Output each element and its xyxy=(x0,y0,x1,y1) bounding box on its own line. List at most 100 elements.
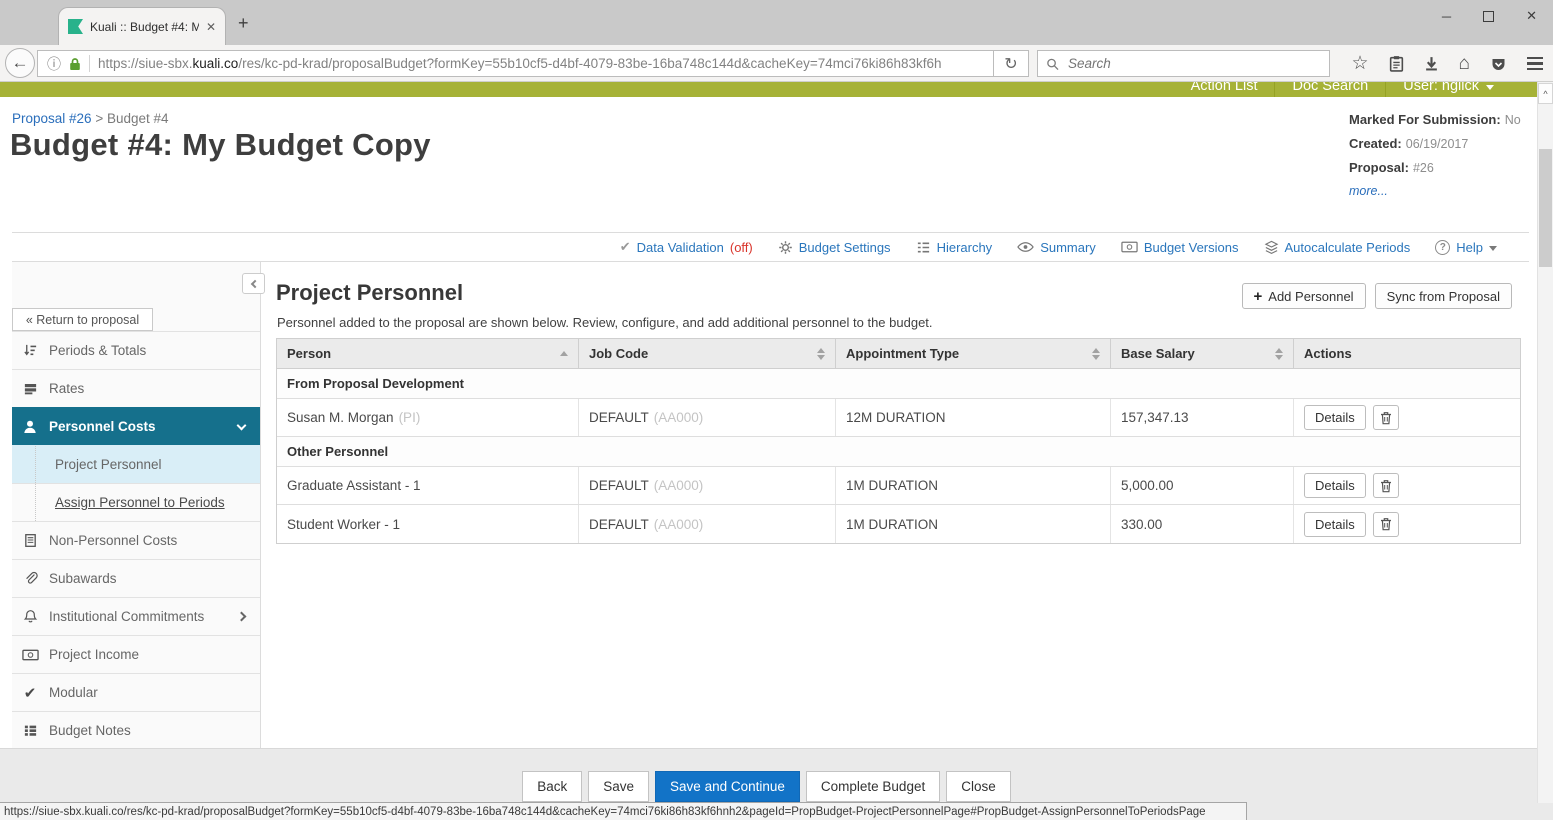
navbar-icons: ☆ ⌂ xyxy=(1351,45,1543,82)
sidebar-collapse-button[interactable] xyxy=(242,273,265,294)
breadcrumb-proposal-link[interactable]: Proposal #26 xyxy=(12,111,92,126)
sort-amount-icon xyxy=(21,343,39,358)
complete-budget-button[interactable]: Complete Budget xyxy=(806,771,940,802)
toolbar-item-data-validation[interactable]: ✔ Data Validation (off) xyxy=(620,239,753,255)
sidebar-item-modular[interactable]: ✔ Modular xyxy=(12,673,260,711)
more-link[interactable]: more... xyxy=(1349,180,1545,203)
url-text[interactable]: https://siue-sbx.kuali.co/res/kc-pd-krad… xyxy=(98,56,942,71)
save-button[interactable]: Save xyxy=(588,771,649,802)
meta-proposal: Proposal:#26 xyxy=(1349,156,1545,180)
bell-icon xyxy=(21,609,39,624)
back-button[interactable]: ← xyxy=(5,48,35,78)
search-bar[interactable] xyxy=(1037,50,1330,77)
document-icon xyxy=(21,533,39,548)
minimize-button[interactable]: ─ xyxy=(1442,9,1451,24)
breadcrumb-separator: > xyxy=(95,111,103,126)
column-header-actions: Actions xyxy=(1294,339,1520,368)
budget-toolbar: ✔ Data Validation (off) Budget Settings … xyxy=(12,232,1529,262)
toolbar-item-budget-settings[interactable]: Budget Settings xyxy=(778,240,891,255)
paperclip-icon xyxy=(21,571,39,586)
table-row: Student Worker - 1 DEFAULT(AA000) 1M DUR… xyxy=(277,505,1520,543)
sort-icon xyxy=(817,348,825,360)
sort-icon xyxy=(1092,348,1100,360)
add-personnel-button[interactable]: + Add Personnel xyxy=(1242,283,1366,309)
details-button[interactable]: Details xyxy=(1304,405,1366,430)
layers-icon xyxy=(1264,240,1279,255)
sync-from-proposal-button[interactable]: Sync from Proposal xyxy=(1375,283,1512,309)
column-header-job-code[interactable]: Job Code xyxy=(579,339,836,368)
sidebar-item-budget-notes[interactable]: Budget Notes xyxy=(12,711,260,749)
sidebar-item-periods-totals[interactable]: Periods & Totals xyxy=(12,331,260,369)
details-button[interactable]: Details xyxy=(1304,473,1366,498)
kuali-appbar: Action List Doc Search User: nglick xyxy=(0,82,1553,97)
sidebar-item-project-income[interactable]: Project Income xyxy=(12,635,260,673)
vertical-scrollbar[interactable]: ^ xyxy=(1537,82,1553,803)
save-and-continue-button[interactable]: Save and Continue xyxy=(655,771,800,802)
browser-status-bar: https://siue-sbx.kuali.co/res/kc-pd-krad… xyxy=(0,802,1247,820)
appbar-user-menu[interactable]: User: nglick xyxy=(1385,82,1511,97)
chevron-right-icon xyxy=(237,612,247,622)
toolbar-item-autocalculate-periods[interactable]: Autocalculate Periods xyxy=(1264,240,1411,255)
details-button[interactable]: Details xyxy=(1304,512,1366,537)
delete-button[interactable] xyxy=(1373,405,1399,430)
scroll-up-button[interactable]: ^ xyxy=(1538,83,1553,104)
appbar-action-list[interactable]: Action List xyxy=(1174,82,1275,97)
scrollbar-thumb[interactable] xyxy=(1539,149,1552,267)
close-button[interactable]: Close xyxy=(946,771,1011,802)
personnel-table: Person Job Code Appointment Type Base Sa… xyxy=(276,338,1521,544)
bookmark-star-icon[interactable]: ☆ xyxy=(1351,54,1368,73)
delete-button[interactable] xyxy=(1373,512,1399,537)
column-header-person[interactable]: Person xyxy=(277,339,579,368)
meta-created: Created:06/19/2017 xyxy=(1349,132,1545,156)
sidebar-item-subawards[interactable]: Subawards xyxy=(12,559,260,597)
window-titlebar: Kuali :: Budget #4: My Budg ✕ + ─ ✕ xyxy=(0,0,1553,45)
sidebar-item-assign-personnel-to-periods[interactable]: Assign Personnel to Periods xyxy=(12,483,260,521)
chevron-down-icon xyxy=(1489,246,1497,251)
banknote-icon xyxy=(1121,241,1138,253)
column-header-base-salary[interactable]: Base Salary xyxy=(1111,339,1294,368)
home-icon[interactable]: ⌂ xyxy=(1459,54,1470,73)
clipboard-icon[interactable] xyxy=(1389,55,1404,72)
chevron-left-icon xyxy=(251,279,259,287)
sidebar-item-rates[interactable]: Rates xyxy=(12,369,260,407)
toolbar-item-budget-versions[interactable]: Budget Versions xyxy=(1121,240,1239,255)
delete-button[interactable] xyxy=(1373,473,1399,498)
return-to-proposal-button[interactable]: « Return to proposal xyxy=(12,308,153,331)
data-validation-state: (off) xyxy=(730,240,753,255)
tab-close-icon[interactable]: ✕ xyxy=(206,20,216,34)
browser-tab[interactable]: Kuali :: Budget #4: My Budg ✕ xyxy=(58,7,226,45)
close-button[interactable]: ✕ xyxy=(1526,8,1537,24)
column-header-appointment-type[interactable]: Appointment Type xyxy=(836,339,1111,368)
trash-icon xyxy=(1380,517,1392,531)
sidebar-menu: Periods & Totals Rates Personnel Costs xyxy=(12,331,260,749)
section-description: Personnel added to the proposal are show… xyxy=(277,315,933,330)
search-input[interactable] xyxy=(1066,55,1321,72)
search-icon xyxy=(1046,57,1059,71)
window-controls: ─ ✕ xyxy=(1442,5,1537,27)
sidebar-item-personnel-costs[interactable]: Personnel Costs xyxy=(12,407,260,445)
trash-icon xyxy=(1380,411,1392,425)
menu-icon[interactable] xyxy=(1527,57,1543,70)
sidebar-item-project-personnel[interactable]: Project Personnel xyxy=(12,445,260,483)
url-bar[interactable]: ⓘ https://siue-sbx.kuali.co/res/kc-pd-kr… xyxy=(37,50,994,77)
sidebar-item-non-personnel-costs[interactable]: Non-Personnel Costs xyxy=(12,521,260,559)
question-icon: ? xyxy=(1435,240,1450,255)
toolbar-item-help[interactable]: ? Help xyxy=(1435,240,1497,255)
section-heading: Project Personnel xyxy=(276,280,463,306)
toolbar-item-summary[interactable]: Summary xyxy=(1017,240,1096,255)
chevron-down-icon xyxy=(237,420,247,430)
plus-icon: + xyxy=(1254,288,1263,305)
new-tab-button[interactable]: + xyxy=(238,13,249,34)
pocket-icon[interactable] xyxy=(1490,56,1507,72)
table-rows-icon xyxy=(21,381,39,396)
maximize-button[interactable] xyxy=(1483,11,1494,22)
appbar-doc-search[interactable]: Doc Search xyxy=(1274,82,1385,97)
toolbar-item-hierarchy[interactable]: Hierarchy xyxy=(916,240,993,255)
sidebar-item-institutional-commitments[interactable]: Institutional Commitments xyxy=(12,597,260,635)
chevron-down-icon xyxy=(1486,85,1494,90)
reload-button[interactable]: ↻ xyxy=(993,50,1029,77)
back-button[interactable]: Back xyxy=(522,771,582,802)
download-icon[interactable] xyxy=(1424,56,1439,71)
budget-meta-panel: Marked For Submission:No Created:06/19/2… xyxy=(1349,108,1545,203)
info-icon[interactable]: ⓘ xyxy=(47,54,61,74)
